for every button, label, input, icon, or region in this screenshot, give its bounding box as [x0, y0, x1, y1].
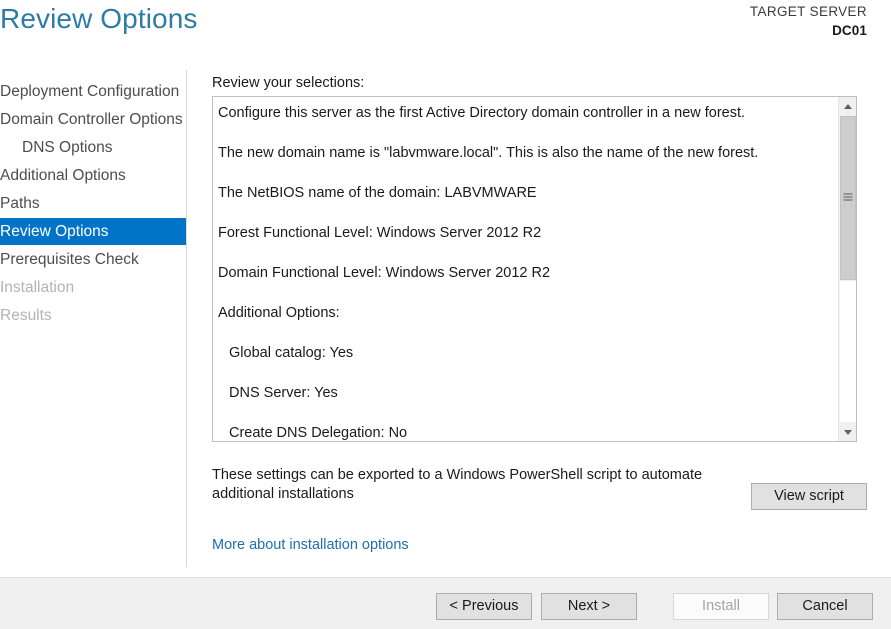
next-button[interactable]: Next > — [541, 593, 637, 620]
wizard-header: Review Options TARGET SERVER DC01 — [0, 0, 891, 62]
review-line: Additional Options: — [218, 305, 340, 321]
previous-button[interactable]: < Previous — [436, 593, 532, 620]
review-selections-label: Review your selections: — [212, 75, 365, 91]
review-line: Domain Functional Level: Windows Server … — [218, 265, 551, 281]
target-server-info: TARGET SERVER DC01 — [750, 2, 867, 40]
target-server-label: TARGET SERVER — [749, 4, 867, 19]
sidebar-item-dns-options[interactable]: DNS Options — [0, 134, 186, 161]
page-title: Review Options — [0, 3, 198, 34]
sidebar-item-deployment-configuration[interactable]: Deployment Configuration — [0, 78, 186, 105]
sidebar-item-additional-options[interactable]: Additional Options — [0, 162, 186, 189]
scrollbar-grip-icon — [843, 193, 853, 203]
review-selections-panel: Configure this server as the first Activ… — [212, 96, 857, 442]
review-line: Global catalog: Yes — [229, 345, 354, 361]
review-line: DNS Server: Yes — [229, 385, 338, 401]
sidebar-item-results: Results — [0, 307, 52, 324]
ad-ds-configuration-wizard: Review Options TARGET SERVER DC01 Deploy… — [0, 0, 891, 629]
chevron-up-icon[interactable] — [839, 97, 856, 115]
scrollbar-track[interactable] — [840, 281, 856, 422]
review-panel-scrollbar[interactable] — [838, 97, 856, 441]
review-line: The new domain name is "labvmware.local"… — [218, 145, 759, 161]
review-line: Forest Functional Level: Windows Server … — [218, 225, 542, 241]
scroll-up-arrow — [843, 103, 852, 109]
wizard-step-navigation: Deployment Configuration Domain Controlle… — [0, 70, 187, 570]
chevron-down-icon[interactable] — [839, 423, 856, 441]
export-note: These settings can be exported to a Wind… — [212, 467, 703, 502]
view-script-button[interactable]: View script — [751, 483, 867, 510]
cancel-button[interactable]: Cancel — [777, 593, 873, 620]
sidebar-item-domain-controller-options[interactable]: Domain Controller Options — [0, 106, 186, 133]
main-content: Review your selections: Configure this s… — [187, 62, 891, 570]
sidebar-item-review-options[interactable]: Review Options — [0, 218, 186, 245]
scroll-down-arrow — [843, 429, 852, 435]
more-about-installation-options-link[interactable]: More about installation options — [212, 537, 409, 553]
install-button: Install — [673, 593, 769, 620]
review-line: Configure this server as the first Activ… — [218, 105, 746, 121]
sidebar-item-paths[interactable]: Paths — [0, 190, 186, 217]
scrollbar-thumb[interactable] — [840, 116, 856, 280]
sidebar-item-prerequisites-check[interactable]: Prerequisites Check — [0, 246, 186, 273]
wizard-footer: < Previous Next > Install Cancel — [0, 578, 891, 629]
review-line: Create DNS Delegation: No — [229, 425, 408, 441]
review-selections-list: Configure this server as the first Activ… — [213, 97, 839, 441]
sidebar-item-installation: Installation — [0, 279, 75, 296]
target-server-name: DC01 — [832, 23, 867, 39]
review-line: The NetBIOS name of the domain: LABVMWAR… — [218, 185, 537, 201]
